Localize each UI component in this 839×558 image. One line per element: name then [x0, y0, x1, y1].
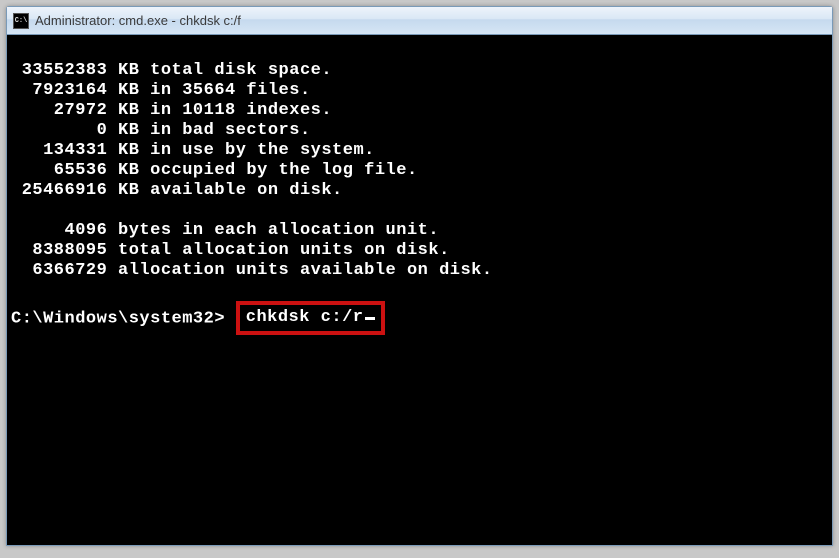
command-highlight: chkdsk c:/r [236, 301, 386, 335]
output-line: 65536 KB occupied by the log file. [11, 161, 418, 180]
window-title: Administrator: cmd.exe - chkdsk c:/f [35, 13, 241, 28]
cmd-window: C:\ Administrator: cmd.exe - chkdsk c:/f… [6, 6, 833, 546]
output-line: 8388095 total allocation units on disk. [11, 241, 450, 260]
prompt-path: C:\Windows\system32> [11, 309, 225, 328]
output-line: 33552383 KB total disk space. [11, 61, 332, 80]
output-line: 0 KB in bad sectors. [11, 121, 311, 140]
output-line: 7923164 KB in 35664 files. [11, 81, 311, 100]
titlebar[interactable]: C:\ Administrator: cmd.exe - chkdsk c:/f [7, 7, 832, 35]
output-line: 4096 bytes in each allocation unit. [11, 221, 439, 240]
output-line: 25466916 KB available on disk. [11, 181, 343, 200]
cursor [365, 317, 375, 320]
output-line: 134331 KB in use by the system. [11, 141, 375, 160]
terminal-output[interactable]: 33552383 KB total disk space. 7923164 KB… [7, 35, 832, 545]
output-line: 6366729 allocation units available on di… [11, 261, 493, 280]
typed-command: chkdsk c:/r [246, 308, 364, 327]
cmd-icon: C:\ [13, 13, 29, 29]
output-line: 27972 KB in 10118 indexes. [11, 101, 332, 120]
